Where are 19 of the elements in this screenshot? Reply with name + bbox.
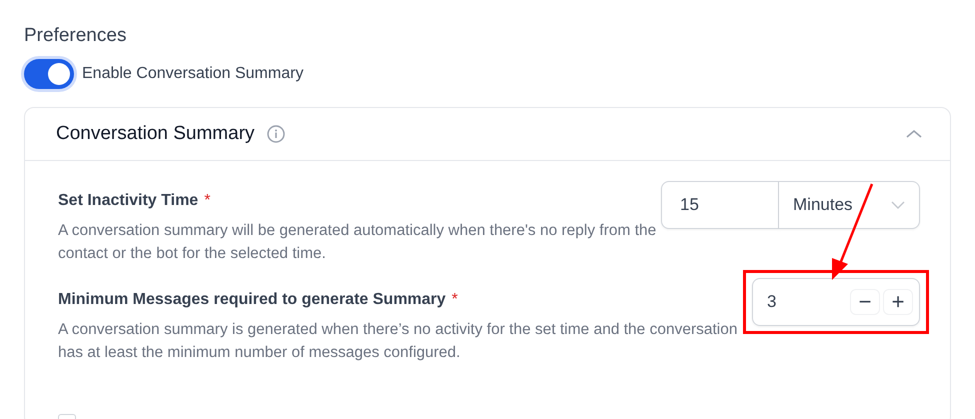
number-stepper[interactable]: 3 − + bbox=[752, 278, 920, 326]
toggle-switch[interactable] bbox=[24, 58, 74, 88]
minus-button[interactable]: − bbox=[850, 288, 880, 314]
number-input[interactable]: 15 bbox=[661, 181, 779, 229]
unit-dropdown[interactable]: Minutes bbox=[779, 181, 920, 229]
chevron-icon[interactable] bbox=[906, 128, 922, 139]
panel-title: Conversation Summary bbox=[56, 122, 255, 146]
required-mark: * bbox=[452, 290, 458, 308]
setting-label: Set Inactivity Time bbox=[58, 192, 198, 209]
setting-label: Minimum Messages required to generate Summary bbox=[58, 290, 446, 308]
setting-description: A conversation summary will be generated automatically when there's no reply from the contact or the bot for the selected time. bbox=[58, 221, 658, 264]
number-input[interactable]: 3 bbox=[767, 288, 847, 314]
plus-button[interactable]: + bbox=[883, 288, 913, 314]
section-title: Preferences bbox=[24, 24, 128, 48]
required-mark: * bbox=[204, 192, 210, 209]
setting-description: A conversation summary is generated when there’s no activity for the set time and the conversation has at least the minimum number of messages configured. bbox=[58, 320, 738, 363]
info-icon[interactable] bbox=[266, 124, 285, 143]
toggle-label: Enable Conversation Summary bbox=[82, 64, 304, 84]
chevron-down-icon bbox=[891, 201, 905, 209]
